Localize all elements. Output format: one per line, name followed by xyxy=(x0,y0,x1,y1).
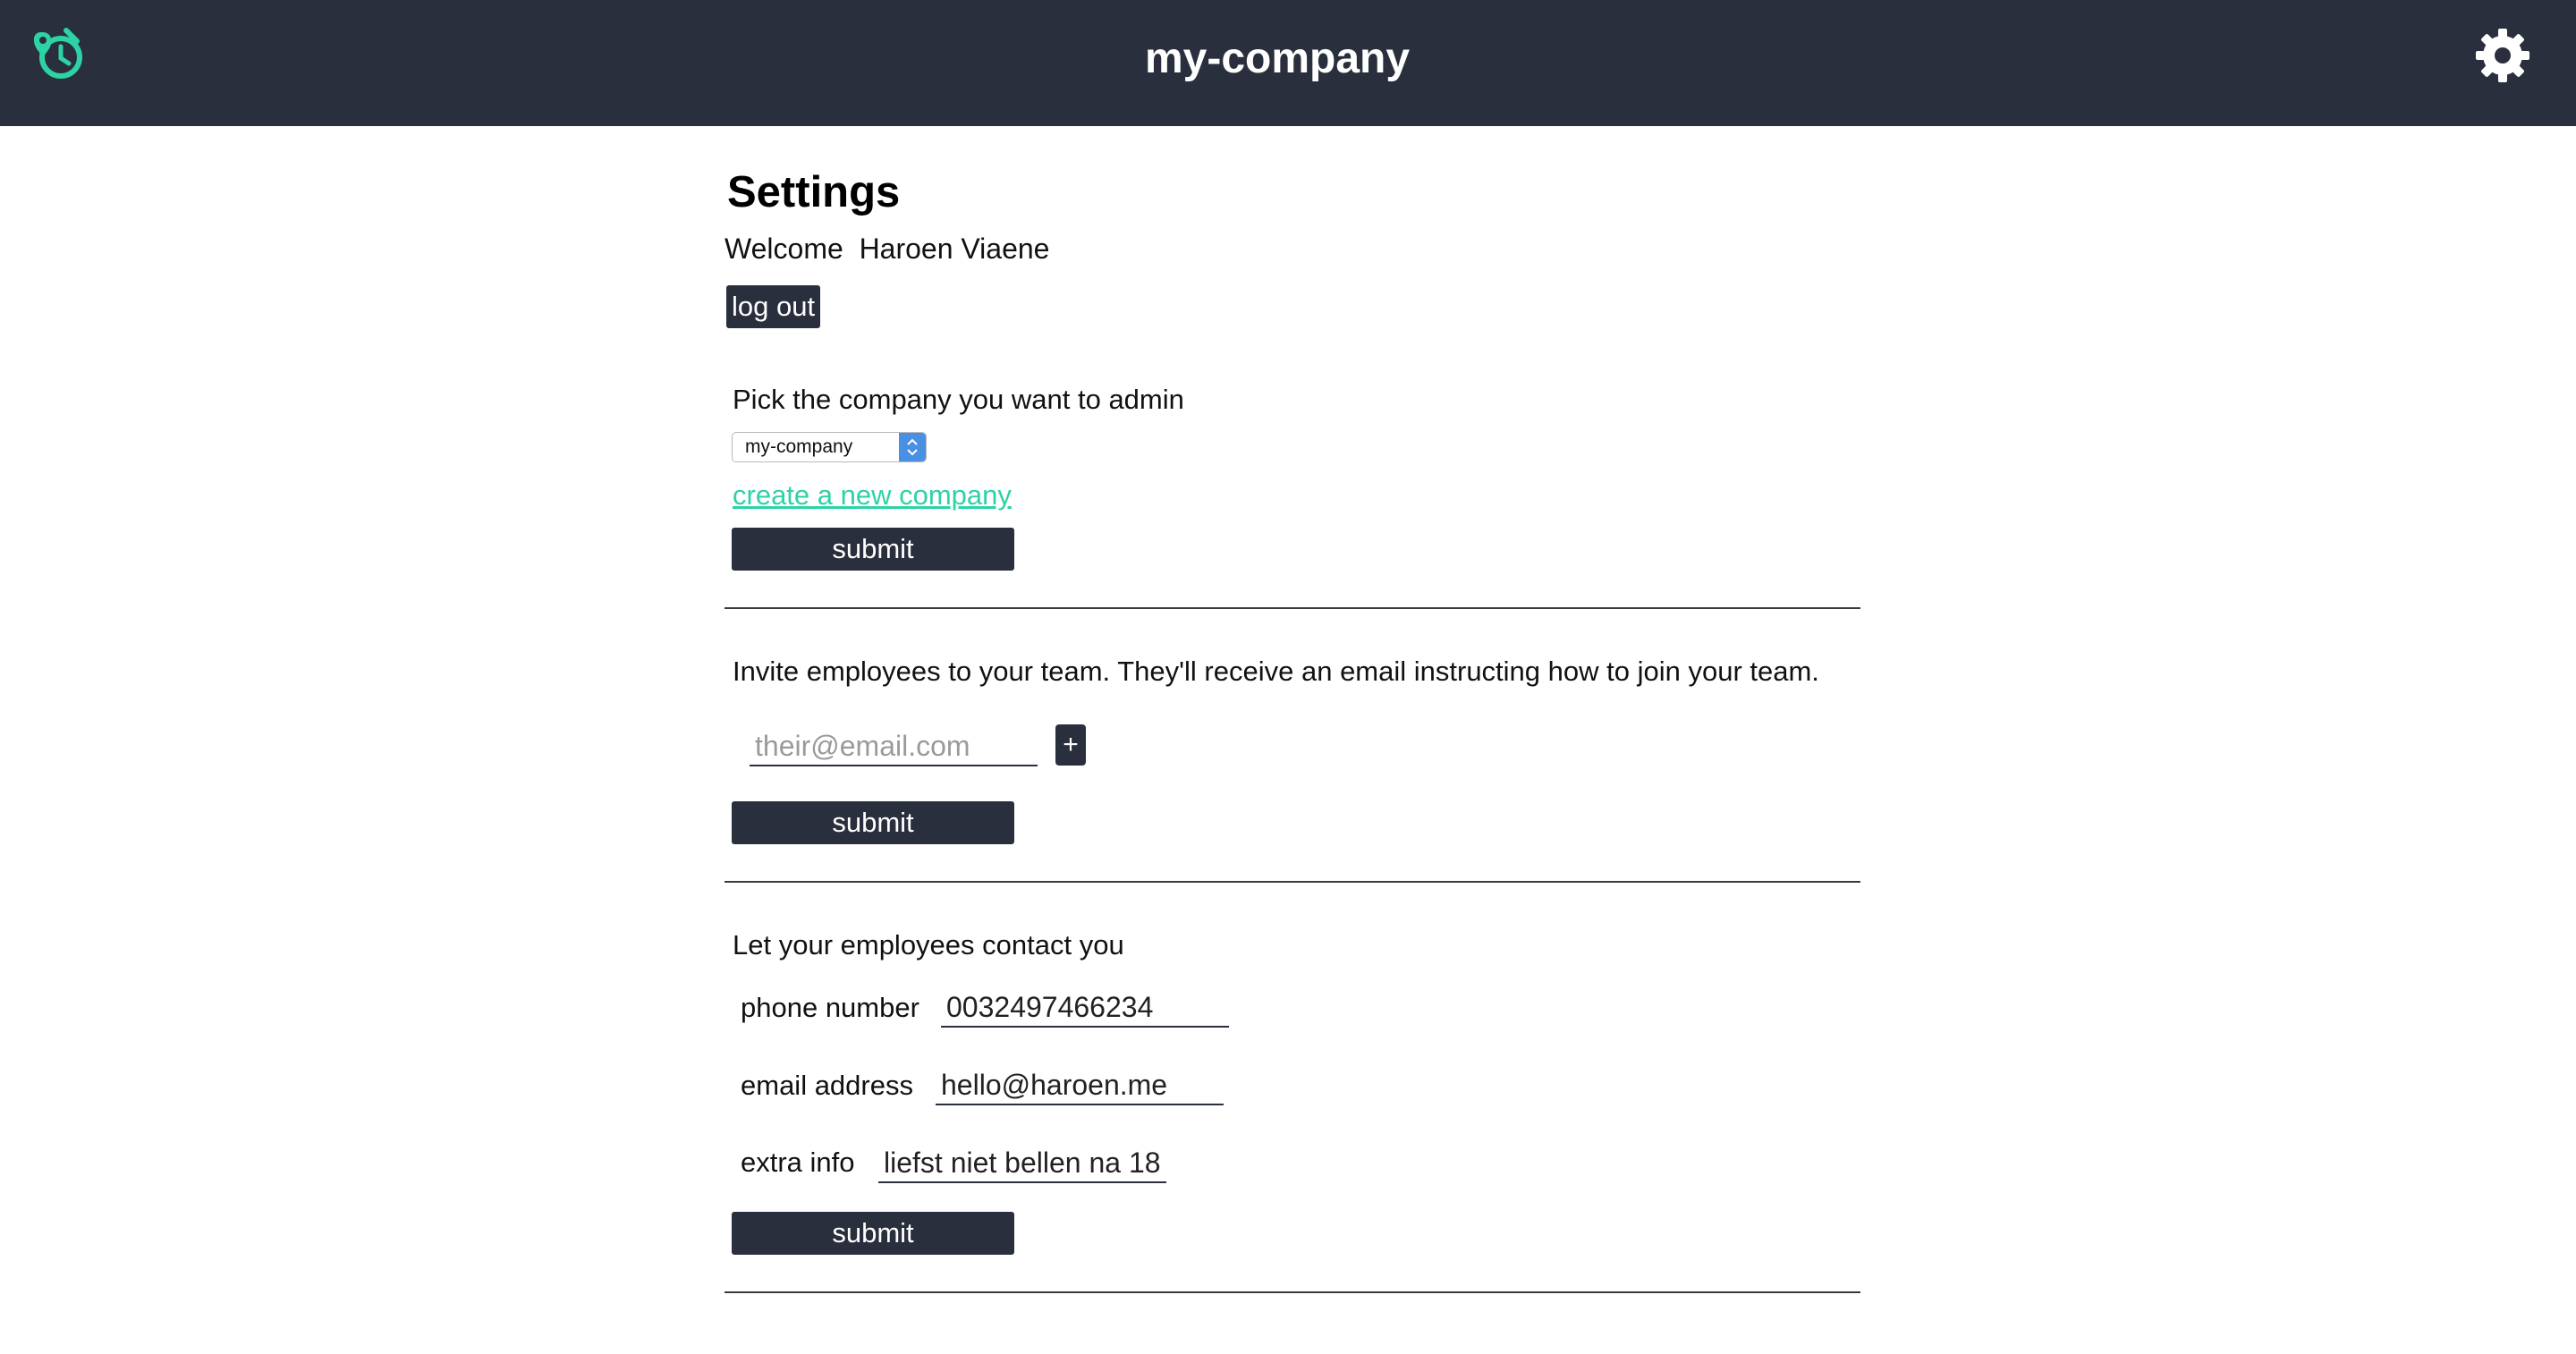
user-name: Haroen Viaene xyxy=(859,233,1050,265)
gear-icon[interactable] xyxy=(2474,27,2531,84)
email-field[interactable] xyxy=(936,1066,1224,1105)
phone-label: phone number xyxy=(741,992,919,1023)
extra-info-label: extra info xyxy=(741,1147,855,1178)
company-select[interactable]: my-company my-company xyxy=(732,432,927,462)
page: my-company Settings Welcome Haroen Viaen… xyxy=(0,0,2576,1354)
top-bar: my-company xyxy=(0,0,2576,126)
phone-field[interactable] xyxy=(941,988,1229,1028)
company-prompt: Pick the company you want to admin xyxy=(733,384,1184,415)
invite-prompt: Invite employees to your team. They'll r… xyxy=(733,656,1819,687)
company-submit-button[interactable]: submit xyxy=(732,528,1014,571)
section-divider xyxy=(724,1291,1860,1293)
app-title: my-company xyxy=(1144,35,1411,82)
email-label: email address xyxy=(741,1070,913,1101)
section-divider xyxy=(724,607,1860,609)
welcome-line: Welcome Haroen Viaene xyxy=(724,229,1049,268)
logout-button[interactable]: log out xyxy=(726,285,821,328)
section-divider xyxy=(724,881,1860,883)
welcome-label: Welcome xyxy=(724,233,843,265)
contact-submit-button[interactable]: submit xyxy=(732,1212,1014,1255)
page-title: Settings xyxy=(727,168,901,216)
add-email-button[interactable]: + xyxy=(1055,724,1086,766)
invite-submit-button[interactable]: submit xyxy=(732,801,1014,844)
extra-info-field[interactable] xyxy=(878,1144,1166,1183)
create-company-link[interactable]: create a new company xyxy=(733,476,1012,515)
invite-email-input[interactable] xyxy=(750,727,1038,766)
contact-prompt: Let your employees contact you xyxy=(733,929,1124,960)
